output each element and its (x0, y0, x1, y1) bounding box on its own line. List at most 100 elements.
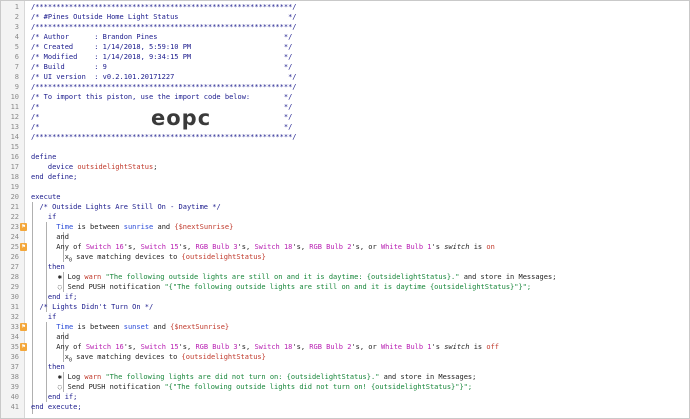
line-number: 9 (14, 83, 19, 91)
condition-time[interactable]: Time is between sunset and {$nextSunrise… (31, 322, 689, 332)
define-line[interactable]: define (31, 152, 689, 162)
comment-line[interactable]: /* Outside Lights Are Still On - Daytime… (31, 202, 689, 212)
comment: /* Outside Lights Are Still On - Daytime… (39, 203, 221, 211)
header-blank: /* */ (31, 123, 293, 131)
execute-line[interactable]: execute (31, 192, 689, 202)
code-area[interactable]: eopc /**********************************… (25, 1, 689, 418)
line-number: 32 (10, 313, 19, 321)
line-number: 29 (10, 283, 19, 291)
comment-line[interactable]: /* Lights Didn't Turn On */ (31, 302, 689, 312)
separator: 's (431, 243, 440, 251)
device-declaration[interactable]: device outsidelightStatus; (31, 162, 689, 172)
line-number: 14 (10, 133, 19, 141)
end-if-line[interactable]: end if; (31, 292, 689, 302)
separator: 's, (237, 343, 251, 351)
code-editor[interactable]: 1 2 3 4 5 6 7 8 9 10 11 12 13 14 15 16 1… (0, 0, 690, 419)
header-border: /***************************************… (31, 83, 297, 91)
separator: 's (431, 343, 440, 351)
if-keyword: if (47, 213, 57, 221)
line-number: 8 (14, 73, 19, 81)
line-number: 24 (10, 233, 19, 241)
push-message: "{"The following outside lights are stil… (164, 283, 532, 291)
and-keyword: and (56, 233, 69, 241)
off-value: off (486, 343, 500, 351)
if-line[interactable]: if (31, 312, 689, 322)
device-keyword: device (47, 163, 74, 171)
line-number: 33 (10, 323, 19, 331)
save-matching-text: save matching devices to (76, 353, 178, 361)
line-number: 15 (10, 143, 19, 151)
end-define-line[interactable]: end define; (31, 172, 689, 182)
store-text: and store in Messages; (383, 373, 477, 381)
line-number: 1 (14, 3, 19, 11)
is-word: is (473, 243, 483, 251)
push-action[interactable]: ◌ Send PUSH notification "{"The followin… (31, 282, 689, 292)
line-number: 31 (10, 303, 19, 311)
line-number: 23 (10, 223, 19, 231)
condition-devices[interactable]: Any of Switch 16's, Switch 15's, RGB Bul… (31, 342, 689, 352)
line-number: 12 (10, 113, 19, 121)
line-number: 28 (10, 273, 19, 281)
if-keyword: if (47, 313, 57, 321)
time-keyword: Time (56, 223, 74, 231)
header-border: /***************************************… (31, 23, 297, 31)
device-white-bulb-1: White Bulb 1 (380, 343, 432, 351)
line-number: 36 (10, 353, 19, 361)
log-action[interactable]: ✱ Log warn "The following lights are did… (31, 372, 689, 382)
separator: 's, (237, 243, 251, 251)
then-keyword: then (47, 363, 65, 371)
save-matching-text: save matching devices to (76, 253, 178, 261)
line-number: 18 (10, 173, 19, 181)
push-message: "{"The following outside lights did not … (164, 383, 473, 391)
line-number: 26 (10, 253, 19, 261)
and-operator[interactable]: and (31, 232, 689, 242)
save-matching-line[interactable]: x0 save matching devices to {outsideligh… (31, 252, 689, 263)
condition-devices[interactable]: Any of Switch 16's, Switch 15's, RGB Bul… (31, 242, 689, 252)
log-word: Log (67, 273, 81, 281)
end-execute-line[interactable]: end execute; (31, 402, 689, 412)
line-number: 40 (10, 393, 19, 401)
separator: 's, (178, 243, 192, 251)
on-value: on (486, 243, 495, 251)
then-line[interactable]: then (31, 362, 689, 372)
line-number: 22 (10, 213, 19, 221)
operator: is between (77, 223, 120, 231)
header-border: /***************************************… (31, 3, 297, 11)
separator: 's, (178, 343, 192, 351)
and-operator[interactable]: and (31, 332, 689, 342)
device-rgb-bulb-2: RGB Bulb 2 (309, 243, 352, 251)
save-matching-line[interactable]: x0 save matching devices to {outsideligh… (31, 352, 689, 363)
separator: 's, (292, 243, 306, 251)
line-number: 3 (14, 23, 19, 31)
store-text: and store in Messages; (463, 273, 557, 281)
line-number: 5 (14, 43, 19, 51)
semicolon: ; (153, 163, 158, 171)
and-word: and (157, 223, 171, 231)
speech-bubble-icon: ◌ (57, 383, 62, 391)
end-if-line[interactable]: end if; (31, 392, 689, 402)
header-title: /* #Pines Outside Home Light Status */ (31, 13, 297, 21)
comment: /* Lights Didn't Turn On */ (39, 303, 154, 311)
device-switch-16: Switch 16 (85, 343, 124, 351)
warn-level: warn (84, 373, 102, 381)
next-sunrise-expr: {$nextSunrise} (174, 223, 234, 231)
condition-time[interactable]: Time is between sunrise and {$nextSunris… (31, 222, 689, 232)
log-action[interactable]: ✱ Log warn "The following outside lights… (31, 272, 689, 282)
then-line[interactable]: then (31, 262, 689, 272)
line-number: 10 (10, 93, 19, 101)
line-number: 21 (10, 203, 19, 211)
line-number: 17 (10, 163, 19, 171)
if-line[interactable]: if (31, 212, 689, 222)
and-word: and (153, 323, 166, 331)
log-message: "The following outside lights are still … (105, 273, 460, 281)
separator: 's, or (351, 343, 377, 351)
line-number: 13 (10, 123, 19, 131)
push-action[interactable]: ◌ Send PUSH notification "{"The followin… (31, 382, 689, 392)
header-modified: /* Modified : 1/14/2018, 9:34:15 PM */ (31, 53, 293, 61)
device-switch-15: Switch 15 (140, 343, 179, 351)
sunset-value: sunset (123, 323, 150, 331)
header-blank: /* */ (31, 103, 293, 111)
next-sunrise-expr: {$nextSunrise} (170, 323, 230, 331)
log-word: Log (67, 373, 81, 381)
bug-icon: ✱ (57, 273, 62, 281)
